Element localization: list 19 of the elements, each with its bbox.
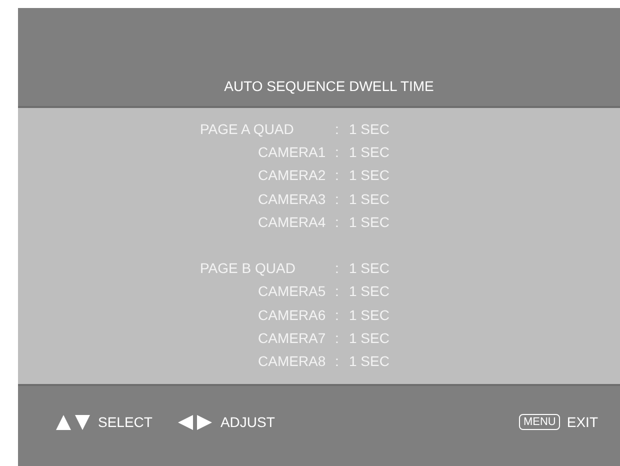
- right-arrow-icon: [197, 414, 212, 430]
- hint-label: SELECT: [98, 414, 152, 430]
- up-arrow-icon: [56, 414, 71, 430]
- colon-separator: :: [334, 306, 340, 323]
- colon-separator: :: [334, 167, 340, 184]
- colon-separator: :: [334, 120, 340, 137]
- colon-separator: :: [334, 283, 340, 300]
- screen-title: AUTO SEQUENCE DWELL TIME: [224, 78, 434, 94]
- colon-separator: :: [334, 144, 340, 160]
- colon-separator: :: [334, 330, 340, 346]
- left-arrow-icon: [178, 414, 194, 430]
- colon-separator: :: [334, 190, 340, 207]
- exit-label: EXIT: [566, 414, 598, 430]
- colon-separator: :: [334, 353, 340, 370]
- menu-key: MENU: [519, 414, 560, 430]
- down-arrow-icon: [75, 414, 90, 430]
- colon-separator: :: [334, 214, 340, 230]
- colon-separator: :: [334, 260, 340, 276]
- hint-label: ADJUST: [220, 414, 275, 430]
